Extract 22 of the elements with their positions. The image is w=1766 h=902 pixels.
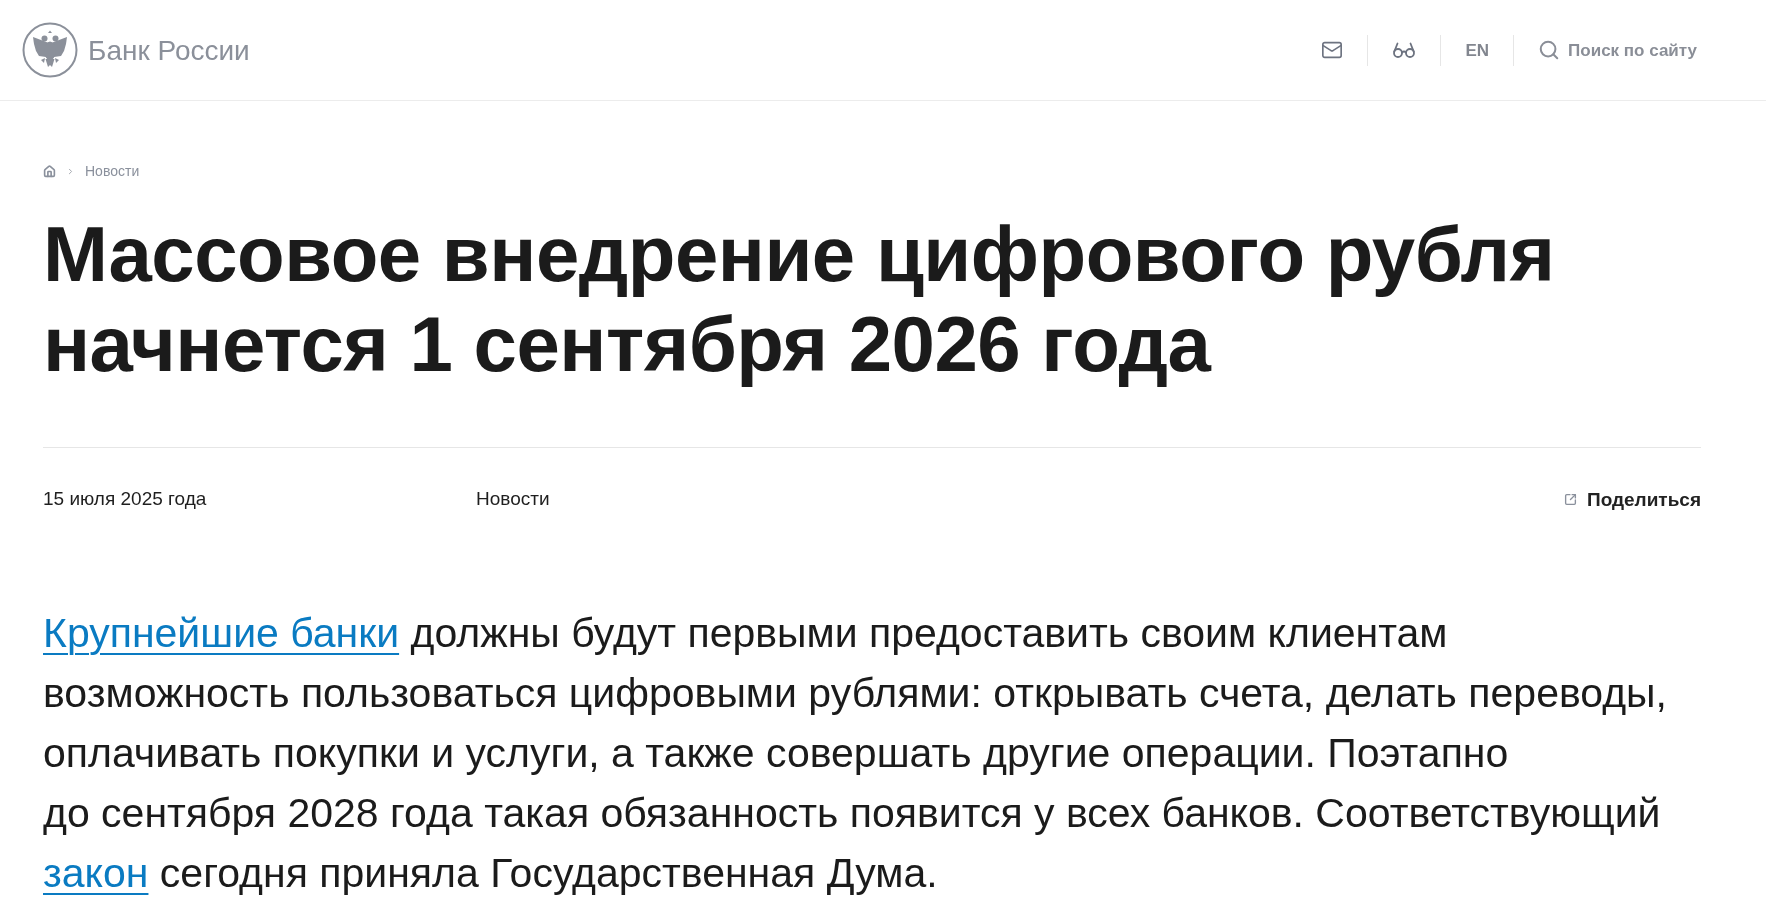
chevron-icon — [66, 166, 75, 176]
glasses-icon — [1392, 42, 1417, 58]
breadcrumb-link[interactable]: Новости — [85, 164, 140, 178]
language-link[interactable]: EN — [1465, 41, 1490, 59]
article-paragraph: Крупнейшие банки должны будут первыми предоставить своим клиентам возможность пользоваться цифровыми рублями: открывать счета, делать переводы, оплачивать покупки и услуги, а также совершать другие операции. Поэтапно до сентября 2028 года такая обязанность появится у всех банков. Соответствующий закон сегодня приняла Государственная Дума. — [43, 609, 1668, 898]
search-button[interactable]: Поиск по сайту — [1538, 39, 1697, 61]
category-label: Новости — [476, 486, 550, 511]
text-link[interactable]: закон — [43, 850, 149, 896]
search-icon — [1538, 39, 1561, 61]
accessibility-button[interactable] — [1392, 42, 1417, 58]
text-link[interactable]: Крупнейшие банки — [43, 610, 400, 656]
home-link[interactable] — [43, 164, 56, 178]
mail-button[interactable] — [1321, 39, 1344, 61]
home-icon — [43, 164, 56, 178]
share-icon — [1563, 492, 1577, 506]
logo-text: Банк России — [88, 35, 250, 65]
site-logo[interactable]: Банк России — [22, 22, 250, 78]
publish-date: 15 июля 2025 года — [43, 486, 208, 511]
article-title: Массовое внедрение цифрового рубля начнется 1 сентября 2026 года — [43, 209, 1556, 389]
mail-icon — [1321, 39, 1344, 61]
share-button[interactable]: Поделиться — [1563, 489, 1701, 509]
eagle-emblem-icon — [22, 22, 78, 78]
